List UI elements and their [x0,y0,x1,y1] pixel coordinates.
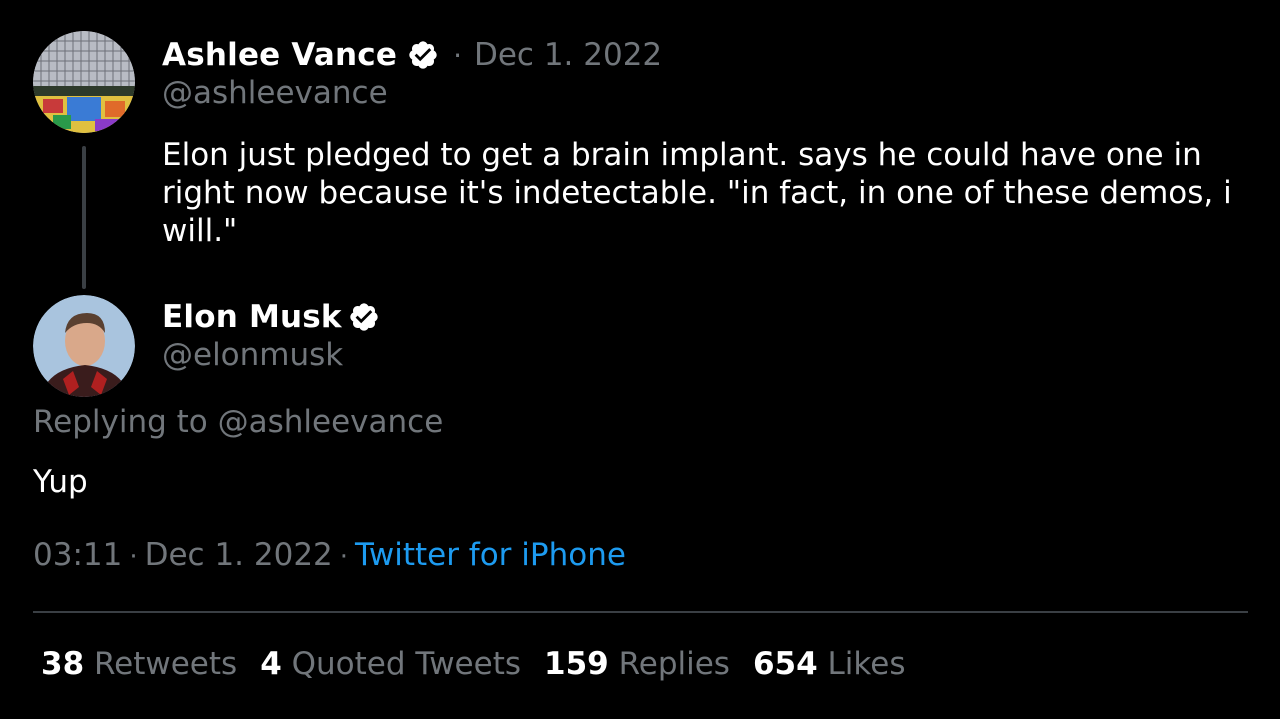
retweets-label: Retweets [94,646,238,682]
quoted-tweets-count: 4 [260,646,282,682]
ashlee-vance-handle[interactable]: @ashleevance [162,75,388,111]
quoted-tweets-label: Quoted Tweets [291,646,522,682]
engagement-stats: 38 Retweets 4 Quoted Tweets 159 Replies … [41,646,929,682]
tweet-source-link[interactable]: Twitter for iPhone [355,537,626,573]
replying-to-label[interactable]: Replying to @ashleevance [33,404,443,440]
original-tweet-header: Ashlee Vance · Dec 1. 2022 [162,37,662,73]
meta-separator: · [129,542,138,572]
retweets-stat[interactable]: 38 Retweets [41,646,237,682]
original-tweet-date[interactable]: Dec 1. 2022 [474,37,662,73]
elon-musk-avatar[interactable] [33,295,135,397]
replies-label: Replies [618,646,730,682]
replies-count: 159 [544,646,609,682]
meta-separator: · [339,542,349,572]
likes-stat[interactable]: 654 Likes [753,646,906,682]
retweets-count: 38 [41,646,85,682]
stats-divider [33,611,1248,613]
verified-badge-icon [407,39,439,71]
elon-musk-display-name[interactable]: Elon Musk [162,299,342,335]
ashlee-vance-display-name[interactable]: Ashlee Vance [162,37,397,73]
elon-musk-handle[interactable]: @elonmusk [162,337,343,373]
thread-connector-line [82,146,86,289]
reply-tweet-header: Elon Musk [162,299,380,335]
original-tweet-text: Elon just pledged to get a brain implant… [162,137,1232,249]
verified-badge-icon [348,301,380,333]
tweet-time[interactable]: 03:11 [33,537,122,573]
ashlee-vance-avatar[interactable] [33,31,135,133]
quoted-tweets-stat[interactable]: 4 Quoted Tweets [260,646,521,682]
tweet-metadata: 03:11 · Dec 1. 2022 · Twitter for iPhone [33,537,626,573]
reply-tweet-text: Yup [33,464,88,500]
likes-label: Likes [827,646,906,682]
replies-stat[interactable]: 159 Replies [544,646,730,682]
header-separator: · [453,38,462,72]
tweet-date[interactable]: Dec 1. 2022 [145,537,333,573]
likes-count: 654 [752,646,818,682]
